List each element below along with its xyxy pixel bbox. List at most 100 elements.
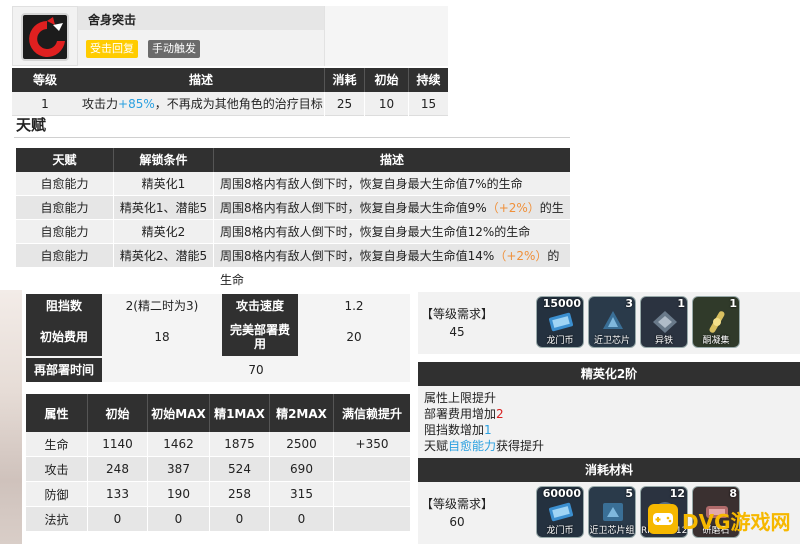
skill-blank-cell — [324, 6, 448, 66]
skill-tag-trigger: 手动触发 — [148, 40, 200, 58]
talent-cond: 精英化1、潜能5 — [114, 196, 214, 220]
skill-tags: 受击回复 手动触发 — [78, 30, 324, 66]
talent-header-cond: 解锁条件 — [114, 148, 214, 172]
talent-desc-text: 周围8格内有敌人倒下时，恢复自身最大生命值9% — [220, 201, 487, 215]
init-cost-label: 初始费用 — [26, 318, 102, 356]
stats-header: 初始MAX — [148, 394, 210, 432]
skill-name-cell: 舍身突击 — [78, 6, 324, 30]
perfect-cost-value: 20 — [298, 318, 410, 356]
stats-cell: 248 — [88, 457, 148, 481]
elite2-line-text: 获得提升 — [496, 439, 545, 453]
stats-cell — [334, 507, 410, 531]
skill-row: 1 攻击力+85%，不再成为其他角色的治疗目标 25 10 15 — [12, 92, 448, 116]
deploy-info-table: 阻挡数 2(精二时为3) 攻击速度 1.2 初始费用 18 完美部署费用 20 … — [26, 294, 410, 382]
stats-header: 精1MAX — [210, 394, 270, 432]
stats-cell: 315 — [270, 482, 334, 506]
elite2-line: 属性上限提升 — [424, 391, 497, 405]
watermark-text: DVG游戏网 — [682, 510, 791, 534]
talent-name: 自愈能力 — [16, 172, 114, 196]
talent-table: 天赋 解锁条件 描述 自愈能力 精英化1 周围8格内有敌人倒下时，恢复自身最大生… — [16, 148, 570, 287]
stats-cell: 防御 — [26, 482, 88, 506]
material-count: 8 — [729, 487, 737, 500]
talent-link[interactable]: 自愈能力 — [448, 439, 496, 453]
skill-desc-prefix: 攻击力 — [82, 97, 119, 111]
talent-desc-text: 周围8格内有敌人倒下时，恢复自身最大生命值12%的生命 — [220, 225, 531, 239]
chip-pack-icon — [603, 503, 623, 521]
skill-table: 舍身突击 受击回复 手动触发 等级 描述 消耗 初始 持续 1 攻击力+85%，… — [12, 6, 448, 116]
material-count: 15000 — [542, 297, 581, 310]
stats-cell: 1462 — [148, 432, 210, 456]
site-watermark: DVG游戏网 — [648, 500, 798, 540]
stats-cell: 690 — [270, 457, 334, 481]
skill-desc: 攻击力+85%，不再成为其他角色的治疗目标 — [78, 92, 324, 116]
skill-header-row: 等级 描述 消耗 初始 持续 — [12, 68, 448, 92]
talent-divider — [14, 137, 570, 138]
stats-table: 属性 初始 初始MAX 精1MAX 精2MAX 满信赖提升 生命 1140 14… — [26, 394, 410, 532]
materials-title: 消耗材料 — [418, 458, 800, 482]
stats-cell: 133 — [88, 482, 148, 506]
skill-duration: 15 — [408, 92, 448, 116]
material-name: 龙门币 — [546, 526, 574, 536]
material-name: 酮凝集 — [702, 336, 730, 346]
stats-cell: 258 — [210, 482, 270, 506]
stats-row: 防御 133 190 258 315 — [26, 482, 410, 507]
header-level: 等级 — [32, 73, 57, 87]
init-cost-value: 18 — [102, 318, 222, 356]
material-lmd[interactable]: 60000 龙门币 — [536, 486, 584, 538]
elite2-title: 精英化2阶 — [418, 362, 800, 386]
atk-speed-label: 攻击速度 — [222, 294, 298, 318]
material-count: 12 — [669, 487, 685, 500]
material-chip-pack[interactable]: 5 近卫芯片组 — [588, 486, 636, 538]
material-lmd[interactable]: 15000 龙门币 — [536, 296, 584, 348]
stats-cell: 387 — [148, 457, 210, 481]
stats-header: 属性 — [26, 394, 88, 432]
header-duration: 持续 — [408, 68, 448, 92]
talent-cond: 精英化2 — [114, 220, 214, 244]
material-name: 近卫芯片 — [593, 336, 630, 346]
talent-title: 天赋 — [16, 116, 47, 134]
talent-name: 自愈能力 — [16, 244, 114, 268]
elite2-line-text: 部署费用增加 — [424, 407, 497, 421]
talent-desc-text: 周围8格内有敌人倒下时，恢复自身最大生命值7%的生命 — [220, 177, 523, 191]
stats-cell: 1875 — [210, 432, 270, 456]
talent-row: 自愈能力 精英化1 周围8格内有敌人倒下时，恢复自身最大生命值7%的生命 — [16, 172, 570, 196]
skill-cost: 25 — [324, 92, 364, 116]
block-label: 阻挡数 — [26, 294, 102, 318]
skill-desc-suffix: ，不再成为其他角色的治疗目标 — [154, 97, 323, 111]
material-chip[interactable]: 3 近卫芯片 — [588, 296, 636, 348]
header-init: 初始 — [364, 68, 408, 92]
stats-cell: 0 — [148, 507, 210, 531]
elite2-line: 阻挡数增加1 — [424, 422, 794, 438]
talent-row: 自愈能力 精英化2、潜能5 周围8格内有敌人倒下时，恢复自身最大生命值14%（+… — [16, 244, 570, 287]
stats-cell: 0 — [270, 507, 334, 531]
talent-cond: 精英化1 — [114, 172, 214, 196]
stats-header-row: 属性 初始 初始MAX 精1MAX 精2MAX 满信赖提升 — [26, 394, 410, 432]
talent-header-row: 天赋 解锁条件 描述 — [16, 148, 570, 172]
stats-cell: +350 — [355, 437, 389, 451]
stats-cell — [334, 482, 410, 506]
header-cost: 消耗 — [324, 68, 364, 92]
talent-desc-bonus: （+2%） — [486, 201, 540, 215]
talent-desc: 周围8格内有敌人倒下时，恢复自身最大生命值9%（+2%）的生命 — [214, 196, 570, 239]
elite2-effects: 属性上限提升 部署费用增加2 阻挡数增加1 天赋自愈能力获得提升 — [418, 386, 800, 458]
material-name: 异铁 — [654, 336, 673, 346]
elite2-line-text: 天赋 — [424, 439, 449, 453]
elite1-material-row: 【等级需求】 45 15000 龙门币 3 近卫芯片 1 异铁 1 酮凝集 — [418, 292, 800, 354]
stats-cell: 0 — [210, 507, 270, 531]
lmd-icon — [549, 502, 573, 522]
talent-row: 自愈能力 精英化2 周围8格内有敌人倒下时，恢复自身最大生命值12%的生命 — [16, 220, 570, 244]
talent-header-name: 天赋 — [16, 148, 114, 172]
stats-header: 精2MAX — [270, 394, 334, 432]
stats-row: 法抗 0 0 0 0 — [26, 507, 410, 532]
redeploy-label: 再部署时间 — [26, 358, 102, 382]
level-req-label: 【等级需求】 — [420, 497, 493, 511]
material-name: 龙门币 — [546, 336, 574, 346]
material-iron[interactable]: 1 异铁 — [640, 296, 688, 348]
material-ketone[interactable]: 1 酮凝集 — [692, 296, 740, 348]
skill-init: 10 — [364, 92, 408, 116]
chip-icon — [603, 311, 623, 329]
stats-row: 生命 1140 1462 1875 2500 +350 — [26, 432, 410, 457]
talent-row: 自愈能力 精英化1、潜能5 周围8格内有敌人倒下时，恢复自身最大生命值9%（+2… — [16, 196, 570, 239]
level-req-value: 60 — [449, 515, 465, 529]
skill-desc-bonus: +85% — [118, 97, 155, 111]
